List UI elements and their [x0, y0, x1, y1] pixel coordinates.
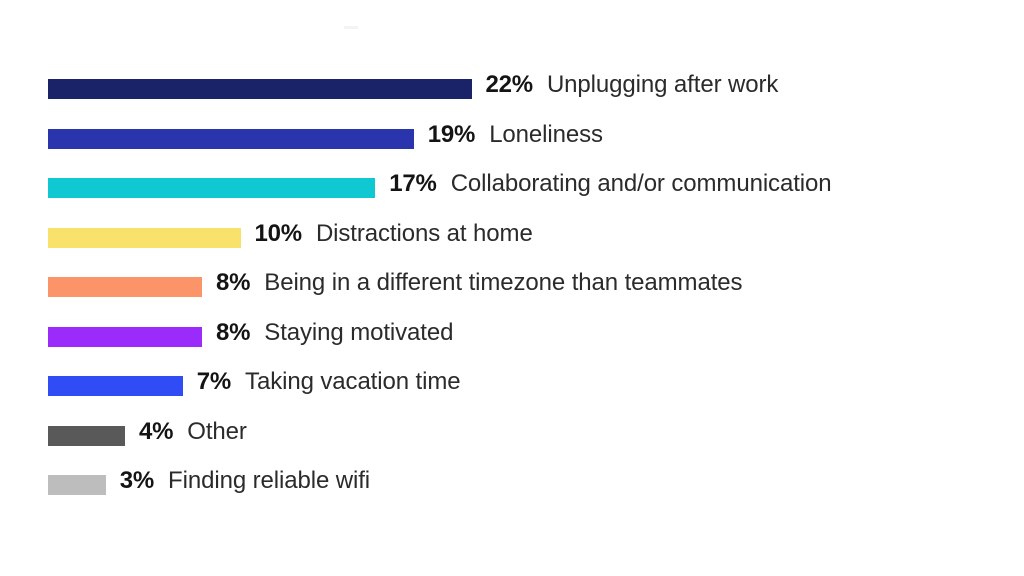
bar-track [48, 128, 414, 149]
row-text: 17% Collaborating and/or communication [375, 170, 832, 197]
bar-fill [48, 425, 125, 446]
bar-value-label: 19% [427, 120, 476, 148]
bar-track [48, 326, 202, 347]
bar-fill [48, 79, 472, 99]
bar-category-label: Finding reliable wifi [168, 467, 371, 494]
bar-fill [48, 475, 106, 495]
bar-chart: 22% Unplugging after work 19% Loneliness… [0, 0, 1024, 576]
row-text: 8% Staying motivated [202, 318, 454, 346]
bar-value-label: 10% [254, 219, 303, 247]
faint-artifact [344, 26, 358, 29]
table-row: 8% Staying motivated [48, 320, 1008, 377]
table-row: 8% Being in a different timezone than te… [48, 271, 1008, 327]
bar-fill [48, 376, 183, 396]
row-text: 19% Loneliness [414, 120, 603, 148]
bar-value-label: 7% [196, 368, 232, 395]
row-text: 10% Distractions at home [241, 219, 533, 247]
row-text: 8% Being in a different timezone than te… [202, 269, 743, 296]
bar-value-label: 8% [216, 269, 251, 296]
bar-fill [48, 128, 414, 149]
bar-category-label: Unplugging after work [546, 71, 779, 98]
bar-value-label: 4% [139, 417, 174, 445]
bar-category-label: Loneliness [489, 120, 603, 148]
bar-fill [48, 178, 376, 198]
bar-category-label: Distractions at home [315, 219, 533, 247]
bar-track [48, 79, 472, 99]
bar-fill [48, 277, 202, 297]
bar-track [48, 277, 202, 297]
bar-value-label: 22% [485, 71, 534, 98]
bar-category-label: Collaborating and/or communication [450, 170, 832, 197]
bar-value-label: 3% [119, 467, 155, 494]
bar-rows-container: 22% Unplugging after work 19% Loneliness… [48, 73, 1008, 525]
row-text: 3% Finding reliable wifi [106, 467, 371, 494]
row-text: 4% Other [125, 417, 247, 445]
bar-category-label: Other [187, 417, 247, 445]
bar-value-label: 17% [389, 170, 437, 197]
row-text: 7% Taking vacation time [183, 368, 461, 395]
row-text: 22% Unplugging after work [472, 71, 779, 98]
bar-track [48, 475, 106, 495]
bar-category-label: Taking vacation time [245, 368, 461, 395]
bar-track [48, 425, 125, 446]
bar-value-label: 8% [216, 318, 251, 346]
bar-track [48, 376, 183, 396]
bar-track [48, 178, 376, 198]
bar-category-label: Staying motivated [264, 318, 454, 346]
bar-fill [48, 227, 241, 248]
bar-fill [48, 326, 202, 347]
bar-track [48, 227, 241, 248]
table-row: 3% Finding reliable wifi [48, 469, 1008, 525]
bar-category-label: Being in a different timezone than teamm… [264, 269, 743, 296]
